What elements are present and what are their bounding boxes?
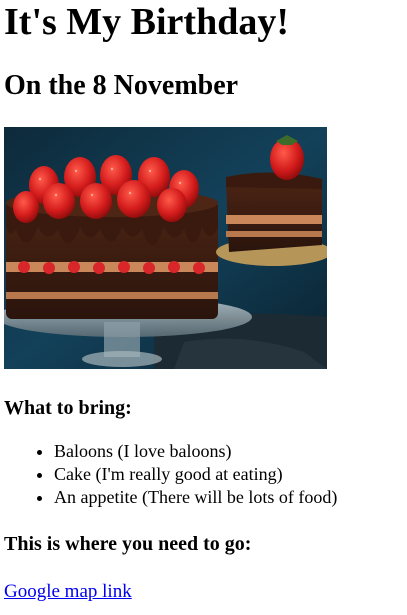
- bring-list: Baloons (I love baloons) Cake (I'm reall…: [4, 440, 407, 509]
- google-map-link[interactable]: Google map link: [4, 581, 132, 603]
- list-item: An appetite (There will be lots of food): [54, 486, 407, 509]
- what-to-bring-heading: What to bring:: [4, 397, 132, 419]
- location-heading: This is where you need to go:: [4, 533, 252, 555]
- page-title: It's My Birthday!: [4, 1, 289, 43]
- birthday-cake-image: [4, 127, 327, 369]
- list-item: Cake (I'm really good at eating): [54, 463, 407, 486]
- date-heading: On the 8 November: [4, 70, 239, 101]
- page-content: It's My Birthday! On the 8 November What…: [0, 0, 407, 603]
- list-item: Baloons (I love baloons): [54, 440, 407, 463]
